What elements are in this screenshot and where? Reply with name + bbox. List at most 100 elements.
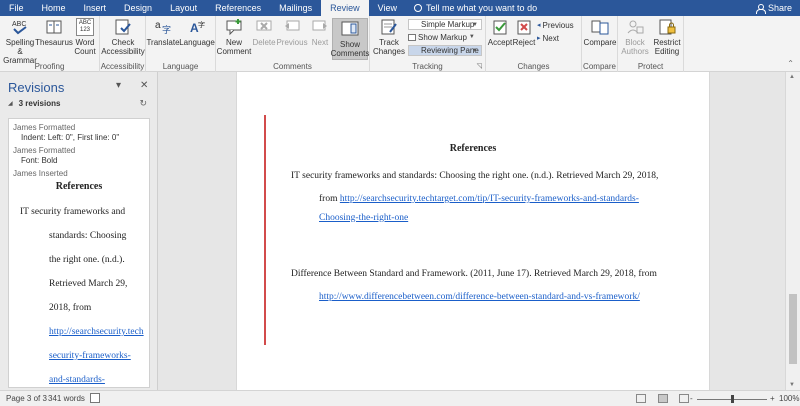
word-count-button[interactable]: ABC 123 Word Count bbox=[72, 18, 98, 56]
tracking-group-label: Tracking bbox=[412, 62, 443, 71]
pane-options-icon[interactable]: ▾ bbox=[116, 80, 121, 91]
next-change-label: Next bbox=[542, 34, 559, 43]
next-comment-button[interactable]: Next bbox=[309, 18, 331, 47]
revision-author: James Inserted bbox=[13, 169, 68, 178]
vertical-scrollbar[interactable]: ▲ ▼ bbox=[785, 72, 800, 390]
reference-2-line-1: Difference Between Standard and Framewor… bbox=[291, 269, 657, 279]
zoom-in-button[interactable]: + bbox=[770, 394, 775, 403]
new-comment-icon bbox=[224, 18, 244, 36]
reference-1-link-cont[interactable]: Choosing-the-right-one bbox=[319, 213, 408, 223]
previous-comment-button[interactable]: Previous bbox=[276, 18, 308, 47]
tab-mailings[interactable]: Mailings bbox=[270, 0, 321, 16]
language-icon: A字 bbox=[187, 18, 207, 36]
markup-dropdown[interactable]: Simple Markup ▼ bbox=[408, 19, 482, 30]
tell-me-search[interactable]: Tell me what you want to do bbox=[406, 3, 537, 13]
close-icon[interactable]: ✕ bbox=[140, 80, 148, 91]
compare-label: Compare bbox=[583, 38, 617, 47]
tab-insert[interactable]: Insert bbox=[75, 0, 116, 16]
web-layout-icon[interactable] bbox=[679, 394, 689, 403]
reference-1-from: from bbox=[319, 194, 338, 204]
revision-link[interactable]: security-frameworks- bbox=[49, 351, 131, 361]
revision-link-line[interactable]: http://searchsecurity.tech bbox=[20, 320, 149, 344]
delete-comment-button[interactable]: Delete bbox=[252, 18, 276, 47]
word-count-indicator[interactable]: 341 words bbox=[48, 394, 85, 403]
group-comments: New Comment Delete Previous Next Show Co… bbox=[216, 16, 370, 72]
previous-comment-label: Previous bbox=[276, 38, 308, 47]
chevron-down-icon: ▼ bbox=[472, 48, 478, 54]
show-markup-button[interactable]: Show Markup ▼ bbox=[408, 32, 475, 43]
revision-link-line[interactable]: security-frameworks- bbox=[20, 344, 149, 368]
page-indicator[interactable]: Page 3 of 3 bbox=[6, 394, 47, 403]
previous-change-button[interactable]: ◂ Previous bbox=[537, 20, 574, 31]
reviewing-pane-label: Reviewing Pane bbox=[421, 46, 479, 55]
comments-group-label: Comments bbox=[273, 62, 312, 71]
check-accessibility-label: Check Accessibility bbox=[101, 38, 145, 56]
next-change-button[interactable]: ▸ Next bbox=[537, 33, 559, 44]
block-authors-button[interactable]: Block Authors bbox=[620, 18, 650, 56]
translate-button[interactable]: a字 Translate bbox=[146, 18, 180, 47]
new-comment-button[interactable]: New Comment bbox=[217, 18, 251, 56]
translate-label: Translate bbox=[146, 38, 180, 47]
revision-detail: Indent: Left: 0", First line: 0" bbox=[21, 133, 120, 142]
revision-link[interactable]: http://searchsecurity.tech bbox=[49, 327, 144, 337]
tab-view[interactable]: View bbox=[369, 0, 406, 16]
next-comment-icon bbox=[310, 18, 330, 36]
scroll-down-icon[interactable]: ▼ bbox=[789, 382, 795, 388]
group-accessibility: Check Accessibility Accessibility bbox=[100, 16, 146, 72]
revisions-pane: Revisions ▾ ✕ ◢ 3 revisions ↻ James Form… bbox=[0, 72, 158, 390]
reviewing-pane-button[interactable]: Reviewing Pane ▼ bbox=[408, 45, 482, 56]
word-count-icon: ABC 123 bbox=[76, 18, 94, 36]
lightbulb-icon bbox=[414, 4, 423, 12]
share-button[interactable]: Share bbox=[755, 0, 792, 16]
track-changes-button[interactable]: Track Changes bbox=[372, 18, 406, 56]
zoom-level[interactable]: 100% bbox=[779, 394, 799, 403]
compare-button[interactable]: Compare bbox=[584, 18, 616, 47]
previous-comment-icon bbox=[282, 18, 302, 36]
revision-link[interactable]: and-standards- bbox=[49, 375, 105, 385]
show-comments-button[interactable]: Show Comments bbox=[331, 18, 369, 60]
revision-inserted-text: IT security frameworks and standards: Ch… bbox=[9, 192, 149, 387]
revision-count[interactable]: ◢ 3 revisions bbox=[8, 99, 60, 108]
compare-icon bbox=[590, 18, 610, 36]
zoom-out-button[interactable]: - bbox=[690, 394, 693, 403]
reject-button[interactable]: Reject bbox=[513, 18, 535, 47]
tracking-dialog-launcher-icon[interactable]: ◹ bbox=[477, 62, 482, 70]
proofing-status-icon[interactable] bbox=[90, 393, 100, 403]
word-count-label: Word Count bbox=[74, 38, 96, 56]
scroll-thumb[interactable] bbox=[789, 294, 797, 364]
restrict-editing-label: Restrict Editing bbox=[653, 38, 681, 56]
revision-list[interactable]: James Formatted Indent: Left: 0", First … bbox=[8, 118, 150, 388]
refresh-icon[interactable]: ↻ bbox=[139, 98, 147, 109]
reject-icon bbox=[514, 18, 534, 36]
svg-text:a: a bbox=[155, 20, 161, 31]
print-layout-icon[interactable] bbox=[658, 394, 668, 403]
block-authors-icon bbox=[625, 18, 645, 36]
document-page[interactable]: References IT security frameworks and st… bbox=[236, 72, 710, 390]
collapse-ribbon-icon[interactable]: ⌃ bbox=[787, 59, 794, 68]
restrict-editing-button[interactable]: Restrict Editing bbox=[651, 18, 683, 56]
tab-references[interactable]: References bbox=[206, 0, 270, 16]
tab-review[interactable]: Review bbox=[321, 0, 369, 16]
tab-home[interactable]: Home bbox=[33, 0, 75, 16]
accept-button[interactable]: Accept bbox=[488, 18, 512, 47]
revision-author: James Formatted bbox=[13, 123, 76, 132]
tab-file[interactable]: File bbox=[0, 0, 33, 16]
reference-1-link[interactable]: http://searchsecurity.techtarget.com/tip… bbox=[340, 194, 639, 204]
revision-inserted-heading: References bbox=[55, 181, 103, 192]
tab-design[interactable]: Design bbox=[115, 0, 161, 16]
spelling-icon: ABC bbox=[10, 18, 30, 36]
thesaurus-button[interactable]: Thesaurus bbox=[35, 18, 73, 47]
spelling-grammar-button[interactable]: ABC Spelling & Grammar bbox=[3, 18, 37, 65]
zoom-slider-thumb[interactable] bbox=[731, 395, 734, 403]
revision-link-line[interactable]: and-standards- bbox=[20, 368, 149, 387]
revision-text-line: Retrieved March 29, bbox=[49, 279, 128, 289]
check-accessibility-button[interactable]: Check Accessibility bbox=[101, 18, 145, 56]
read-mode-icon[interactable] bbox=[636, 394, 646, 403]
language-button[interactable]: A字 Language bbox=[179, 18, 215, 47]
tab-layout[interactable]: Layout bbox=[161, 0, 206, 16]
revision-text-line: standards: Choosing bbox=[49, 231, 127, 241]
scroll-up-icon[interactable]: ▲ bbox=[789, 74, 795, 80]
delete-comment-label: Delete bbox=[252, 38, 276, 47]
tell-me-text: Tell me what you want to do bbox=[426, 3, 538, 13]
reference-2-link[interactable]: http://www.differencebetween.com/differe… bbox=[319, 292, 640, 302]
